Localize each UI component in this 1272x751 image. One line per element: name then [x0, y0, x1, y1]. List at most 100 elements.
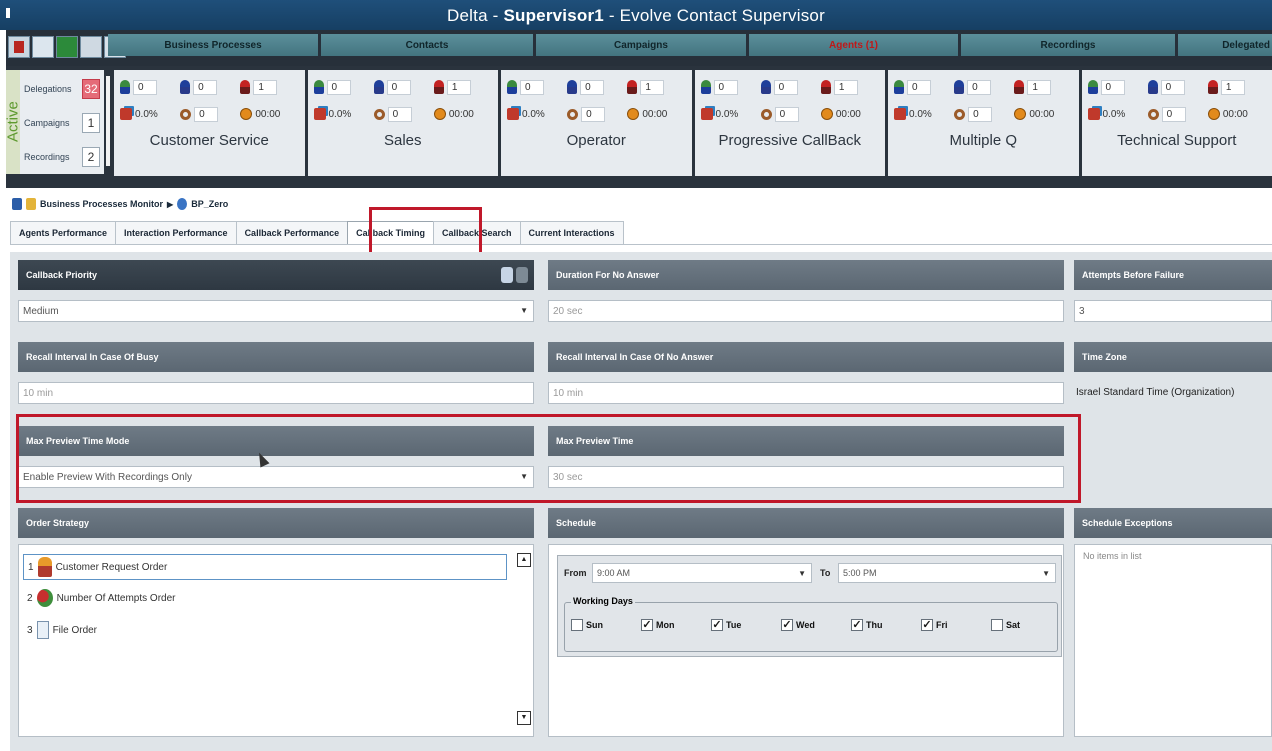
day-sat-checkbox[interactable]: Sat — [991, 619, 1020, 631]
day-thu-checkbox[interactable]: ✓ Thu — [851, 619, 883, 631]
schedule-exceptions-list[interactable]: No items in list — [1074, 544, 1272, 737]
percent-icon — [313, 108, 326, 120]
tab-interaction-performance[interactable]: Interaction Performance — [115, 221, 237, 244]
tab-callback-timing[interactable]: Callback Timing — [347, 221, 434, 244]
day-mon-checkbox[interactable]: ✓ Mon — [641, 619, 675, 631]
callback-priority-select[interactable]: Medium ▼ — [18, 300, 534, 322]
record-icon[interactable] — [8, 36, 30, 58]
day-fri-checkbox[interactable]: ✓ Fri — [921, 619, 948, 631]
day-sun-checkbox[interactable]: Sun — [571, 619, 603, 631]
duration-no-answer-field[interactable]: 20 sec — [548, 300, 1064, 322]
checkmark-icon: ✓ — [851, 619, 863, 631]
max-preview-mode-header: Max Preview Time Mode — [18, 426, 534, 456]
max-preview-mode-select[interactable]: Enable Preview With Recordings Only ▼ — [18, 466, 534, 488]
attempts-before-failure-field[interactable]: 3 — [1074, 300, 1272, 322]
checkmark-icon: ✓ — [921, 619, 933, 631]
clock-icon — [820, 108, 833, 120]
group-tile[interactable]: 0 0 1 0.0% 0 00:00 Progressive CallBack — [694, 70, 885, 176]
breadcrumb: Business Processes Monitor ▶ BP_Zero — [12, 196, 228, 212]
recall-busy-field[interactable]: 10 min — [18, 382, 534, 404]
active-dashboard: Active Delegations 32 Campaigns 1 Record… — [5, 66, 1272, 188]
from-time-select[interactable]: 9:00 AM ▼ — [592, 563, 812, 583]
max-preview-time-field[interactable]: 30 sec — [548, 466, 1064, 488]
agent-not-ready-icon — [1207, 80, 1218, 94]
refresh-icon[interactable] — [56, 36, 78, 58]
agent-not-ready-icon — [820, 80, 831, 94]
agent-not-ready-icon — [433, 80, 444, 94]
move-down-button[interactable]: ▼ — [517, 711, 531, 725]
count-recordings[interactable]: Recordings 2 — [24, 146, 100, 168]
day-wed-checkbox[interactable]: ✓ Wed — [781, 619, 815, 631]
title-bar: Delta - Supervisor1 - Evolve Contact Sup… — [0, 0, 1272, 30]
checkmark-icon: ✓ — [641, 619, 653, 631]
attempts-before-failure-header: Attempts Before Failure — [1074, 260, 1272, 290]
order-strategy-list: 1 Customer Request Order 2 Number Of Attem… — [18, 544, 534, 737]
copy-icon[interactable] — [501, 267, 513, 283]
group-name: Technical Support — [1117, 132, 1237, 149]
list-item[interactable]: 3 File Order — [27, 617, 97, 643]
tab-callback-performance[interactable]: Callback Performance — [235, 221, 349, 244]
grid-icon[interactable] — [32, 36, 54, 58]
group-tiles: 0 0 1 0.0% 0 00:00 Customer Service 0 0 1 0.0% 0 00:… — [114, 70, 1272, 176]
nav-tab-campaigns[interactable]: Campaigns — [536, 34, 749, 56]
recall-no-answer-field[interactable]: 10 min — [548, 382, 1064, 404]
recall-busy-header: Recall Interval In Case Of Busy — [18, 342, 534, 372]
group-tile[interactable]: 0 0 1 0.0% 0 00:00 Customer Service — [114, 70, 305, 176]
queue-icon — [567, 108, 579, 120]
count-delegations[interactable]: Delegations 32 — [24, 78, 100, 100]
nav-tab-agents[interactable]: Agents (1) — [749, 34, 961, 56]
agent-busy-icon — [180, 80, 191, 94]
working-days-group: Working Days Sun ✓ Mon ✓ Tue ✓ Wed ✓ Thu ✓ Fr… — [564, 596, 1058, 652]
agent-busy-icon — [954, 80, 965, 94]
group-tile[interactable]: 0 0 1 0.0% 0 00:00 Sales — [307, 70, 498, 176]
tab-agents-performance[interactable]: Agents Performance — [10, 221, 117, 244]
customer-icon — [37, 557, 52, 577]
agent-ready-icon — [1087, 80, 1098, 94]
tab-current-interactions[interactable]: Current Interactions — [519, 221, 624, 244]
percent-icon — [700, 108, 713, 120]
agent-not-ready-icon — [240, 80, 251, 94]
clock-icon — [240, 108, 253, 120]
nav-tab-delegated[interactable]: Delegated — [1178, 34, 1272, 56]
to-label: To — [820, 568, 831, 578]
group-name: Multiple Q — [949, 132, 1018, 149]
to-time-select[interactable]: 5:00 PM ▼ — [838, 563, 1056, 583]
checkbox-unchecked-icon — [571, 619, 583, 631]
percent-icon — [1087, 108, 1100, 120]
move-up-button[interactable]: ▲ — [517, 553, 531, 567]
nav-tab-business-processes[interactable]: Business Processes — [108, 34, 321, 56]
group-tile[interactable]: 0 0 1 0.0% 0 00:00 Multiple Q — [888, 70, 1079, 176]
agent-ready-icon — [700, 80, 711, 94]
main-nav: Business Processes Contacts Campaigns Ag… — [6, 30, 1272, 66]
order-strategy-header: Order Strategy — [18, 508, 534, 538]
group-tile[interactable]: 0 0 1 0.0% 0 00:00 Technical Support — [1081, 70, 1272, 176]
group-name: Sales — [383, 132, 422, 149]
attempts-icon — [36, 589, 53, 607]
agent-busy-icon — [567, 80, 578, 94]
nav-tab-contacts[interactable]: Contacts — [321, 34, 536, 56]
breadcrumb-root[interactable]: Business Processes Monitor — [40, 199, 163, 209]
list-item[interactable]: 2 Number Of Attempts Order — [27, 585, 176, 611]
chevron-down-icon: ▼ — [1042, 569, 1050, 578]
group-tile[interactable]: 0 0 1 0.0% 0 00:00 Operator — [501, 70, 692, 176]
group-name: Progressive CallBack — [718, 132, 862, 149]
clock-icon — [1014, 108, 1027, 120]
checkbox-unchecked-icon — [991, 619, 1003, 631]
queue-icon — [954, 108, 966, 120]
nav-tab-recordings[interactable]: Recordings — [961, 34, 1178, 56]
queue-icon — [373, 108, 385, 120]
chevron-right-icon: ▶ — [167, 199, 174, 209]
day-tue-checkbox[interactable]: ✓ Tue — [711, 619, 741, 631]
clock-icon — [627, 108, 640, 120]
percent-icon — [120, 108, 132, 120]
lock-icon[interactable] — [516, 267, 528, 283]
clock-icon — [433, 108, 446, 120]
monitor-icon[interactable] — [80, 36, 102, 58]
from-label: From — [564, 568, 587, 578]
list-item[interactable]: 1 Customer Request Order — [23, 554, 507, 580]
tab-callback-search[interactable]: Callback Search — [432, 221, 521, 244]
count-campaigns[interactable]: Campaigns 1 — [24, 112, 100, 134]
time-zone-value: Israel Standard Time (Organization) — [1076, 387, 1235, 398]
checkmark-icon: ✓ — [781, 619, 793, 631]
agent-busy-icon — [1147, 80, 1158, 94]
